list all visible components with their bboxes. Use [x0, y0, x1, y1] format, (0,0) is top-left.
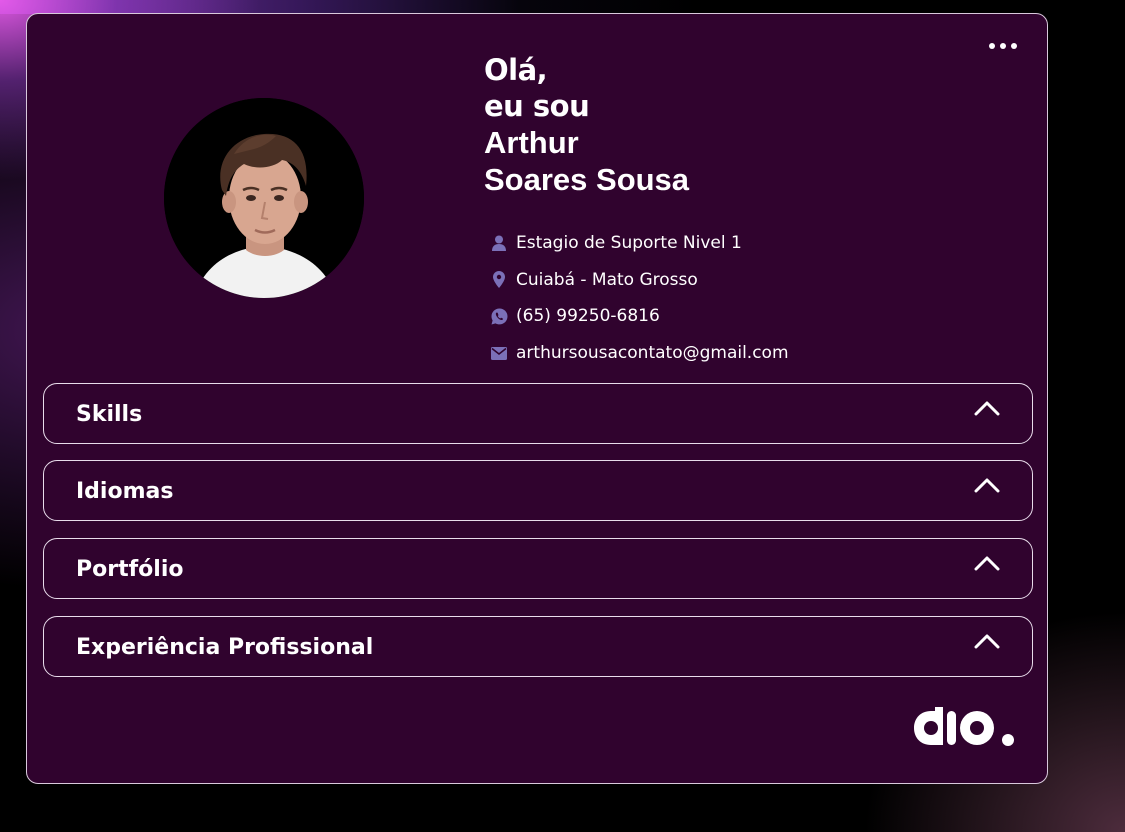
info-phone: (65) 99250-6816 — [490, 298, 789, 335]
section-skills-title: Skills — [76, 402, 143, 427]
location-pin-icon — [490, 271, 508, 289]
mail-icon — [490, 344, 508, 362]
chevron-up-icon[interactable] — [974, 555, 1000, 571]
info-phone-text: (65) 99250-6816 — [516, 306, 660, 327]
info-location: Cuiabá - Mato Grosso — [490, 262, 789, 299]
section-experiencia[interactable]: Experiência Profissional — [43, 616, 1033, 677]
dio-logo — [914, 707, 1014, 746]
user-icon — [490, 234, 508, 252]
greeting-block: Olá, eu sou Arthur Soares Sousa — [484, 52, 904, 198]
contact-info-list: Estagio de Suporte Nivel 1 Cuiabá - Mato… — [490, 225, 789, 371]
first-name: Arthur — [484, 125, 579, 160]
info-email-text: arthursousacontato@gmail.com — [516, 343, 789, 364]
section-portfolio-title: Portfólio — [76, 557, 184, 582]
greeting-intro: eu sou — [484, 89, 590, 123]
whatsapp-icon — [490, 307, 508, 325]
chevron-up-icon[interactable] — [974, 400, 1000, 416]
info-role: Estagio de Suporte Nivel 1 — [490, 225, 789, 262]
section-experiencia-title: Experiência Profissional — [76, 635, 374, 660]
chevron-up-icon[interactable] — [974, 477, 1000, 493]
profile-photo — [164, 98, 364, 298]
profile-card: Olá, eu sou Arthur Soares Sousa Estagio … — [26, 13, 1048, 784]
greeting-hello: Olá, — [484, 53, 548, 87]
last-name: Soares Sousa — [484, 162, 690, 197]
info-email: arthursousacontato@gmail.com — [490, 335, 789, 372]
section-idiomas-title: Idiomas — [76, 479, 174, 504]
more-options-icon[interactable] — [989, 43, 1017, 49]
info-role-text: Estagio de Suporte Nivel 1 — [516, 233, 742, 254]
section-portfolio[interactable]: Portfólio — [43, 538, 1033, 599]
info-location-text: Cuiabá - Mato Grosso — [516, 269, 698, 290]
section-skills[interactable]: Skills — [43, 383, 1033, 444]
section-idiomas[interactable]: Idiomas — [43, 460, 1033, 521]
chevron-up-icon[interactable] — [974, 633, 1000, 649]
avatar — [164, 98, 364, 298]
